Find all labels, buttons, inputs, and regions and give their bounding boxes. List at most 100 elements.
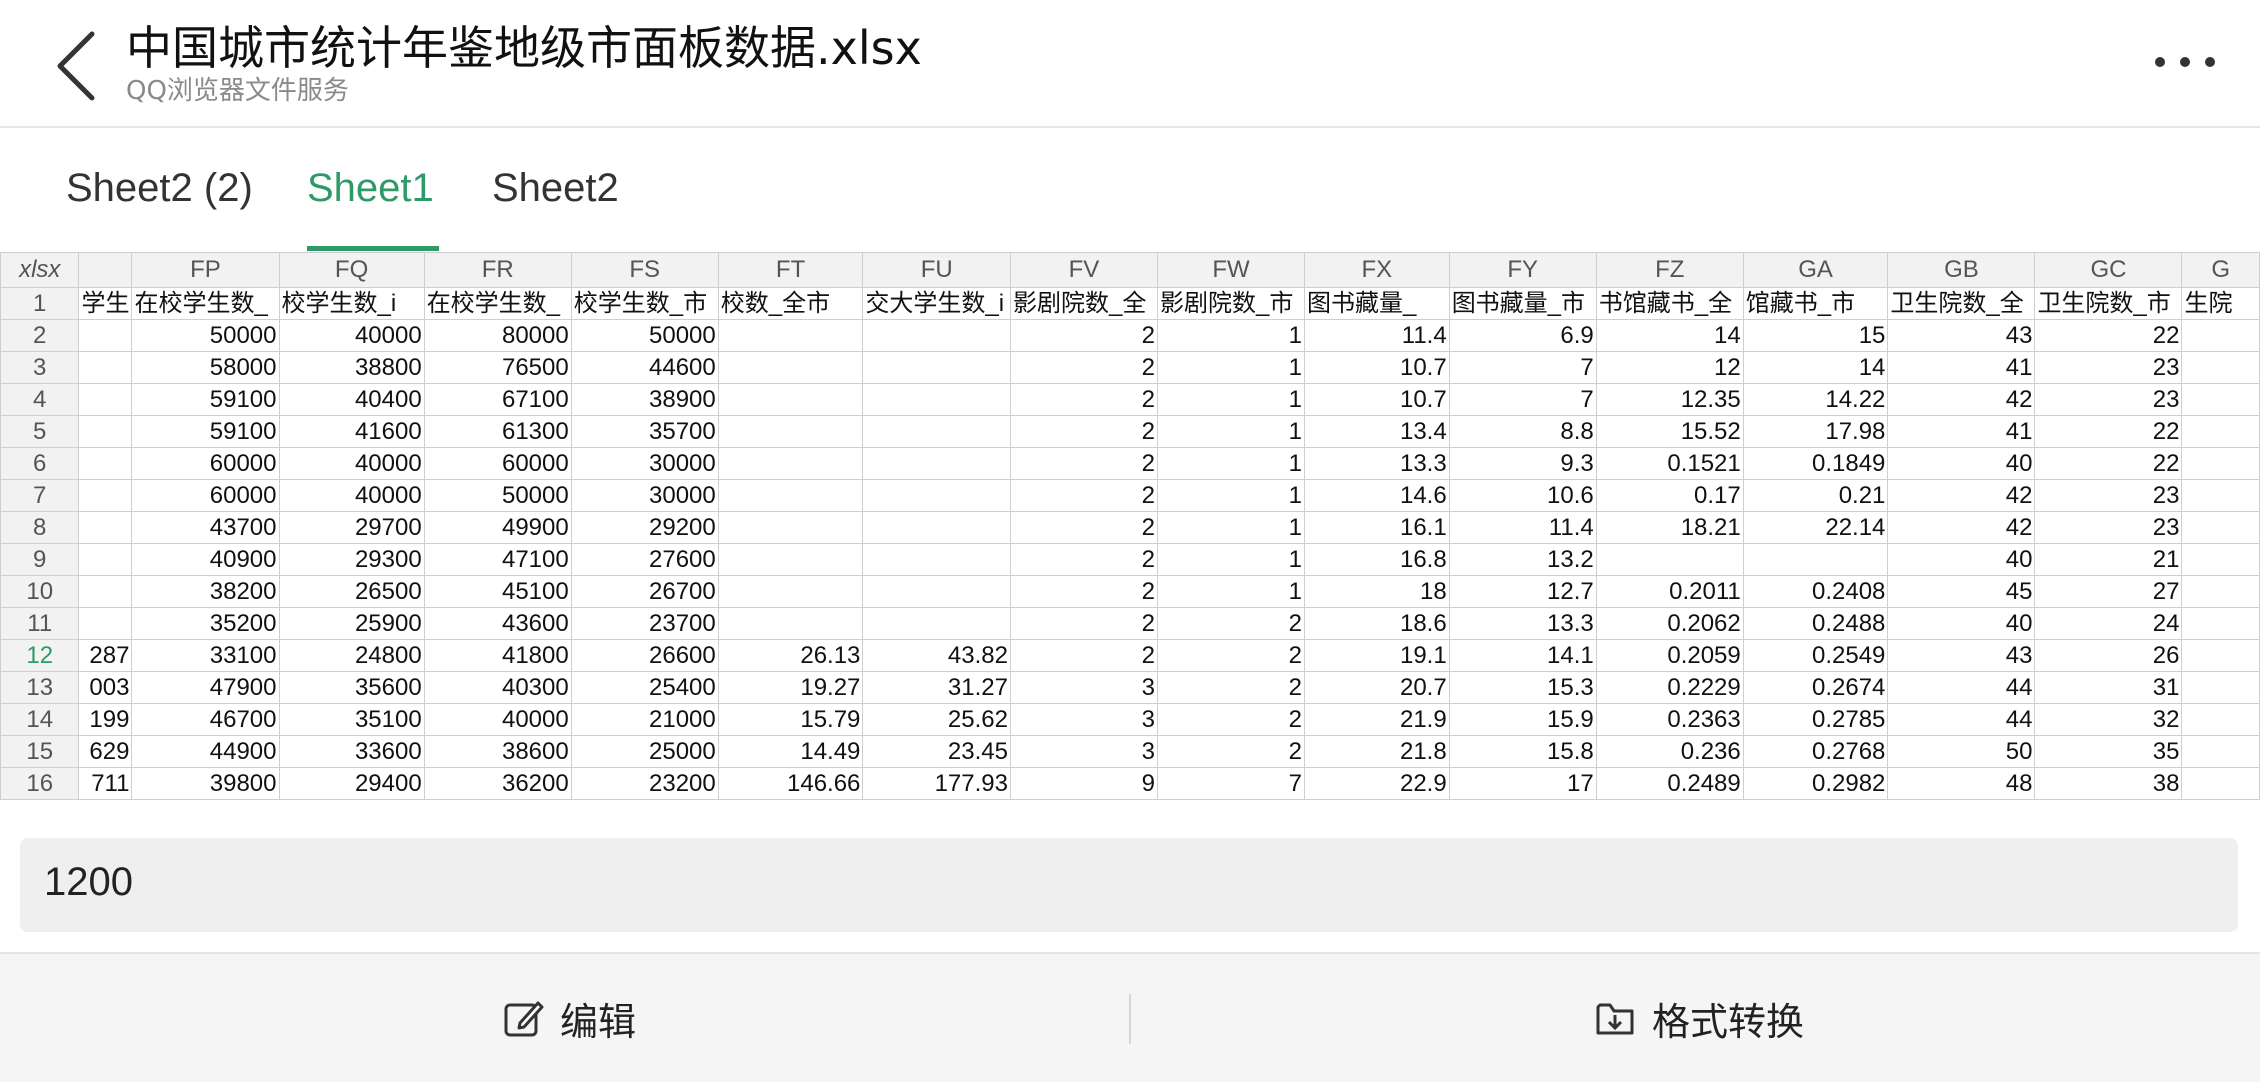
table-cell[interactable]: 45100 [423, 575, 572, 608]
table-cell[interactable]: 馆藏书_市 [1742, 287, 1889, 320]
table-cell[interactable]: 41 [1887, 351, 2036, 384]
table-cell[interactable]: 0.2059 [1595, 639, 1744, 672]
table-cell[interactable]: 19.27 [717, 671, 864, 704]
table-cell[interactable]: 36200 [423, 767, 572, 800]
table-cell[interactable] [717, 447, 864, 480]
table-cell[interactable] [2181, 319, 2260, 352]
table-cell[interactable]: 31 [2034, 671, 2183, 704]
table-cell[interactable]: 67100 [423, 383, 572, 416]
table-cell[interactable]: 0.2062 [1595, 607, 1744, 640]
table-cell[interactable]: 23.45 [862, 735, 1011, 768]
table-cell[interactable]: 22 [2034, 415, 2183, 448]
table-cell[interactable] [78, 351, 133, 384]
table-cell[interactable]: 15.3 [1448, 671, 1597, 704]
table-cell[interactable] [717, 415, 864, 448]
table-cell[interactable]: 7 [1448, 351, 1597, 384]
table-cell[interactable]: 25.62 [862, 703, 1011, 736]
table-cell[interactable]: 0.2408 [1742, 575, 1889, 608]
table-cell[interactable]: 9.3 [1448, 447, 1597, 480]
table-cell[interactable]: 44900 [131, 735, 280, 768]
table-cell[interactable]: 31.27 [862, 671, 1011, 704]
table-cell[interactable]: 图书藏量_市 [1448, 287, 1597, 320]
table-cell[interactable]: 29400 [278, 767, 425, 800]
table-cell[interactable] [2181, 575, 2260, 608]
table-cell[interactable]: 0.1849 [1742, 447, 1889, 480]
table-cell[interactable] [78, 479, 133, 512]
row-number[interactable]: 8 [0, 511, 80, 544]
table-cell[interactable]: 18.21 [1595, 511, 1744, 544]
table-cell[interactable]: 0.2489 [1595, 767, 1744, 800]
column-header[interactable]: GA [1742, 252, 1889, 288]
table-cell[interactable]: 35600 [278, 671, 425, 704]
table-cell[interactable]: 交大学生数_i [862, 287, 1011, 320]
table-cell[interactable] [78, 383, 133, 416]
table-cell[interactable]: 0.2229 [1595, 671, 1744, 704]
table-cell[interactable]: 12 [1595, 351, 1744, 384]
table-cell[interactable]: 26500 [278, 575, 425, 608]
table-cell[interactable] [2181, 767, 2260, 800]
table-cell[interactable]: 29200 [570, 511, 719, 544]
table-cell[interactable]: 40 [1887, 543, 2036, 576]
row-number[interactable]: 1 [0, 287, 80, 320]
table-cell[interactable]: 43600 [423, 607, 572, 640]
table-cell[interactable]: 50000 [423, 479, 572, 512]
table-cell[interactable]: 21.8 [1304, 735, 1450, 768]
format-convert-button[interactable]: 格式转换 [1594, 988, 1804, 1048]
table-cell[interactable]: 13.2 [1448, 543, 1597, 576]
table-cell[interactable]: 10.7 [1304, 351, 1450, 384]
table-cell[interactable]: 43700 [131, 511, 280, 544]
table-cell[interactable]: 0.17 [1595, 479, 1744, 512]
column-header[interactable]: FT [717, 252, 864, 288]
table-cell[interactable]: 21.9 [1304, 703, 1450, 736]
table-cell[interactable]: 38600 [423, 735, 572, 768]
table-cell[interactable]: 33100 [131, 639, 280, 672]
table-cell[interactable]: 35200 [131, 607, 280, 640]
row-number[interactable]: 4 [0, 383, 80, 416]
table-cell[interactable]: 199 [78, 703, 133, 736]
table-cell[interactable]: 10.6 [1448, 479, 1597, 512]
table-cell[interactable]: 7 [1156, 767, 1306, 800]
table-cell[interactable]: 0.1521 [1595, 447, 1744, 480]
table-cell[interactable] [2181, 415, 2260, 448]
column-header[interactable] [78, 252, 133, 288]
table-cell[interactable]: 41800 [423, 639, 572, 672]
table-cell[interactable]: 学生 [78, 287, 133, 320]
row-number[interactable]: 9 [0, 543, 80, 576]
table-cell[interactable]: 26600 [570, 639, 719, 672]
table-cell[interactable] [78, 543, 133, 576]
table-cell[interactable]: 校学生数_市 [570, 287, 719, 320]
table-cell[interactable]: 60000 [423, 447, 572, 480]
column-header[interactable]: FZ [1595, 252, 1744, 288]
table-cell[interactable]: 23200 [570, 767, 719, 800]
table-cell[interactable]: 2 [1156, 607, 1306, 640]
table-cell[interactable]: 2 [1009, 543, 1159, 576]
table-cell[interactable]: 35700 [570, 415, 719, 448]
table-cell[interactable]: 2 [1009, 383, 1159, 416]
table-cell[interactable]: 22.9 [1304, 767, 1450, 800]
table-cell[interactable]: 1 [1156, 479, 1306, 512]
table-cell[interactable]: 8.8 [1448, 415, 1597, 448]
row-number[interactable]: 10 [0, 575, 80, 608]
table-cell[interactable] [2181, 671, 2260, 704]
column-header[interactable]: FX [1304, 252, 1450, 288]
table-cell[interactable]: 7 [1448, 383, 1597, 416]
table-cell[interactable]: 41 [1887, 415, 2036, 448]
table-cell[interactable] [1742, 543, 1889, 576]
cell-value-bar[interactable]: 1200 [20, 838, 2238, 932]
table-cell[interactable] [2181, 383, 2260, 416]
row-number[interactable]: 14 [0, 703, 80, 736]
table-cell[interactable] [717, 479, 864, 512]
table-cell[interactable]: 在校学生数_ [131, 287, 280, 320]
table-cell[interactable]: 18.6 [1304, 607, 1450, 640]
tab-sheet2[interactable]: Sheet2 [492, 166, 619, 211]
table-cell[interactable]: 29300 [278, 543, 425, 576]
table-cell[interactable]: 25400 [570, 671, 719, 704]
table-cell[interactable]: 15.9 [1448, 703, 1597, 736]
row-number[interactable]: 3 [0, 351, 80, 384]
table-cell[interactable]: 30000 [570, 479, 719, 512]
table-cell[interactable]: 2 [1009, 319, 1159, 352]
table-cell[interactable]: 48 [1887, 767, 2036, 800]
row-number[interactable]: 16 [0, 767, 80, 800]
table-cell[interactable]: 17.98 [1742, 415, 1889, 448]
table-cell[interactable]: 15 [1742, 319, 1889, 352]
